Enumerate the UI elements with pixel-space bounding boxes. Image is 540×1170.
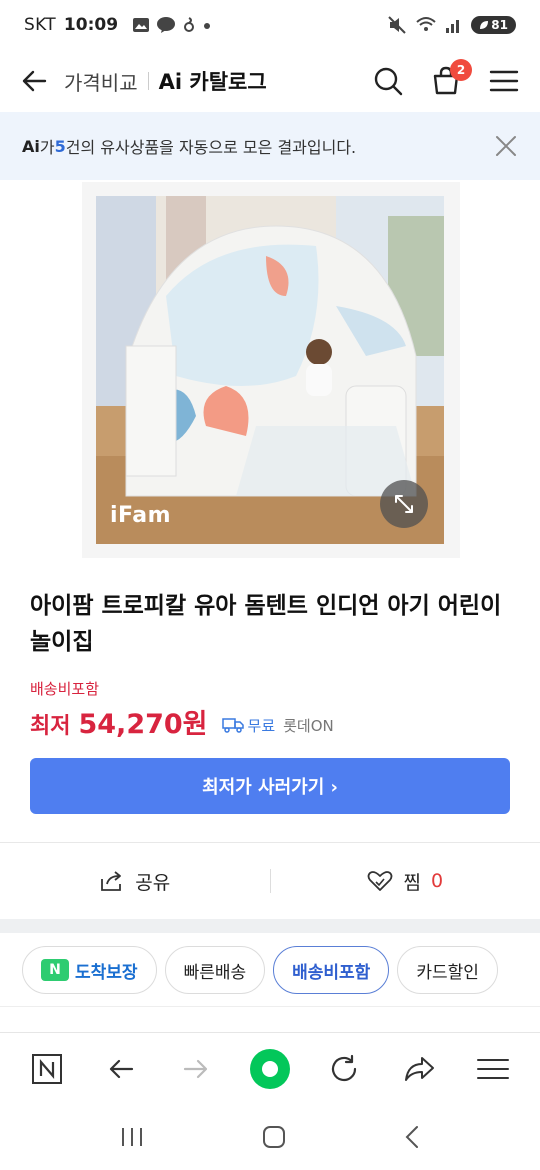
product-image-container: iFam <box>82 182 460 558</box>
browser-menu-button[interactable] <box>473 1049 513 1089</box>
header-actions: 2 <box>372 59 520 97</box>
expand-image-button[interactable] <box>380 480 428 528</box>
product-image[interactable]: iFam <box>96 196 444 544</box>
section-gap <box>0 919 540 933</box>
home-icon[interactable] <box>262 1125 286 1149</box>
buy-lowest-price-button[interactable]: 최저가 사러가기 › <box>30 758 510 814</box>
filter-chip-label: 빠른배송 <box>183 962 247 983</box>
filter-chips: N 도착보장 빠른배송 배송비포함 카드할인 <box>22 946 498 994</box>
naver-n-icon <box>32 1053 63 1084</box>
delivery-truck-icon <box>221 718 244 733</box>
status-left: SKT 10:09 <box>24 15 212 35</box>
ai-banner-text-2: 건의 유사상품을 자동으로 모은 결과입니다. <box>65 138 357 157</box>
lowest-price-value: 54,270원 <box>78 709 208 740</box>
browser-back-button[interactable] <box>101 1049 141 1089</box>
page-title: Ai 카탈로그 <box>158 70 267 94</box>
talk-icon <box>157 17 176 33</box>
wish-count: 0 <box>430 870 444 892</box>
battery-indicator: 81 <box>471 16 516 34</box>
gallery-icon <box>133 18 150 32</box>
product-title: 아이팜 트로피칼 유아 돔텐트 인디언 아기 어린이 놀이집 <box>30 593 502 655</box>
refresh-button[interactable] <box>324 1049 364 1089</box>
wish-button[interactable]: 찜 0 <box>271 868 540 895</box>
mute-icon <box>388 16 407 34</box>
filter-chip-label: 카드할인 <box>416 962 479 983</box>
browser-toolbar <box>0 1032 540 1104</box>
lowest-price-label: 최저 <box>30 714 71 739</box>
search-icon <box>374 67 403 96</box>
share-label: 공유 <box>135 871 171 894</box>
breadcrumb-price-compare[interactable]: 가격비교 <box>64 67 138 96</box>
heart-icon <box>368 871 393 891</box>
signal-icon <box>446 20 460 33</box>
list-separator <box>0 1006 540 1007</box>
hamburger-menu-icon <box>489 70 519 92</box>
expand-arrows-icon <box>395 495 413 513</box>
free-shipping-label: 무료 <box>247 716 276 735</box>
notification-icons <box>132 16 212 34</box>
arrow-left-icon <box>22 70 47 92</box>
naver-home-button[interactable] <box>27 1049 67 1089</box>
price-row: 최저 54,270원 무료 롯데ON <box>30 702 334 741</box>
clock: 10:09 <box>63 15 119 35</box>
ai-banner-count: 5 <box>54 136 66 156</box>
header-divider <box>147 72 149 90</box>
battery-leaf-icon <box>480 21 489 29</box>
arrow-right-icon <box>183 1059 207 1078</box>
green-dot-icon <box>249 1048 290 1089</box>
share-button[interactable]: 공유 <box>0 868 270 895</box>
arrow-left-icon <box>110 1059 134 1078</box>
shipping-seller-info: 무료 롯데ON <box>221 715 334 736</box>
share-arrow-icon <box>404 1056 434 1081</box>
naver-delivery-icon: N <box>41 959 69 981</box>
back-button[interactable] <box>20 67 48 95</box>
hamburger-menu-icon <box>476 1058 509 1079</box>
cart-button[interactable]: 2 <box>430 59 472 97</box>
filter-chip-label: 도착보장 <box>75 962 138 983</box>
share-page-button[interactable] <box>399 1049 439 1089</box>
system-navigation-bar <box>0 1104 540 1170</box>
share-wish-row: 공유 찜 0 <box>0 843 540 919</box>
ai-label: Ai <box>22 136 40 156</box>
menu-button[interactable] <box>488 65 520 97</box>
thread-icon <box>184 17 195 32</box>
status-bar: SKT 10:09 81 <box>0 0 540 50</box>
filter-chip-guaranteed-arrival[interactable]: N 도착보장 <box>22 946 157 994</box>
filter-chip-card-discount[interactable]: 카드할인 <box>397 946 498 994</box>
carrier-label: SKT <box>24 15 56 35</box>
cart-count-badge: 2 <box>450 59 472 81</box>
recent-apps-icon[interactable] <box>119 1126 145 1148</box>
more-dot-icon <box>204 23 211 29</box>
filter-chip-shipping-included[interactable]: 배송비포함 <box>273 946 390 994</box>
close-icon[interactable] <box>494 134 518 158</box>
refresh-icon <box>332 1054 357 1081</box>
wish-label: 찜 <box>403 871 421 894</box>
ai-similar-products-banner: Ai 가 5 건의 유사상품을 자동으로 모은 결과입니다. <box>0 112 540 180</box>
browser-forward-button[interactable] <box>176 1049 216 1089</box>
battery-level: 81 <box>491 18 508 32</box>
search-button[interactable] <box>372 65 404 97</box>
shipping-included-note: 배송비포함 <box>30 680 100 698</box>
app-header: 가격비교 Ai 카탈로그 2 <box>0 50 540 112</box>
filter-chip-fast-delivery[interactable]: 빠른배송 <box>164 946 266 994</box>
seller-name[interactable]: 롯데ON <box>283 715 334 736</box>
green-dot-button[interactable] <box>249 1048 290 1089</box>
brand-logo: iFam <box>110 503 172 528</box>
system-back-icon[interactable] <box>403 1125 421 1149</box>
filter-chip-label: 배송비포함 <box>292 962 371 983</box>
share-icon <box>101 871 122 891</box>
wifi-icon <box>416 17 436 31</box>
status-right: 81 <box>387 15 516 35</box>
ai-banner-text-1: 가 <box>39 138 55 157</box>
